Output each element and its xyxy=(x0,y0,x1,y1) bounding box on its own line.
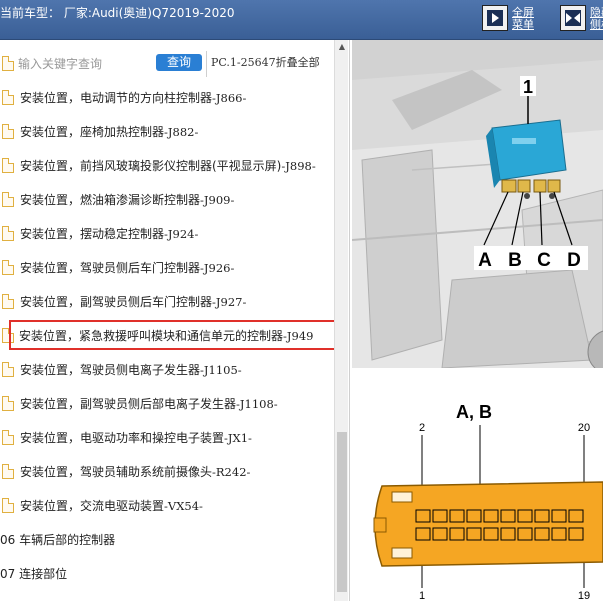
item-code: -J1108- xyxy=(236,396,278,411)
document-icon xyxy=(2,56,14,71)
category-label: 06 车辆后部的控制器 xyxy=(0,532,116,547)
pin-19-label: 19 xyxy=(578,590,590,601)
collapse-sidebar-button[interactable]: 隐藏侧栏 xyxy=(560,5,603,35)
item-label: 安装位置，驾驶员侧后车门控制器 xyxy=(20,260,201,275)
scroll-thumb[interactable] xyxy=(337,432,347,592)
tree-item[interactable]: 安装位置，驾驶员侧电离子发生器-J1105- xyxy=(0,352,334,386)
search-input[interactable] xyxy=(18,53,152,75)
item-code: -J898- xyxy=(281,158,316,173)
item-label: 安装位置，驾驶员侧电离子发生器 xyxy=(20,362,201,377)
document-icon xyxy=(2,191,14,207)
document-icon xyxy=(2,429,14,445)
menu-label: 菜单 xyxy=(512,18,534,31)
tree-category[interactable]: 06 车辆后部的控制器 xyxy=(0,522,334,556)
tree-item[interactable]: 安装位置，副驾驶员侧后部电离子发生器-J1108- xyxy=(0,386,334,420)
collapse-icon xyxy=(560,5,586,31)
tree-panel: 查询 PC.1-25647折叠全部 安装位置，电动调节的方向柱控制器-J866-… xyxy=(0,40,350,601)
document-icon xyxy=(2,497,14,513)
installation-diagram: 1 A B C D A, B 2 20 1 19 xyxy=(352,40,603,601)
header-bar: 当前车型： 厂家:Audi(奥迪)Q72019-2020 全屏菜单 隐藏侧栏 xyxy=(0,0,603,40)
tree-item-selected[interactable]: 安装位置，紧急救援呼叫模块和通信单元的控制器-J949 xyxy=(0,318,345,352)
document-icon xyxy=(2,327,14,343)
pc-collapse-all-text[interactable]: PC.1-25647折叠全部 xyxy=(206,51,320,77)
tree-item[interactable]: 安装位置，前挡风玻璃投影仪控制器(平视显示屏)-J898- xyxy=(0,148,334,182)
item-code: -J1105- xyxy=(200,362,242,377)
category-label: 07 连接部位 xyxy=(0,566,68,581)
item-code: -VX54- xyxy=(164,498,203,513)
item-code: -R242- xyxy=(212,464,251,479)
item-label: 安装位置，交流电驱动装置 xyxy=(20,498,165,513)
connector-b-label: B xyxy=(508,250,522,271)
item-label: 安装位置，摆动稳定控制器 xyxy=(20,226,165,241)
item-label: 安装位置，驾驶员辅助系统前摄像头 xyxy=(20,464,213,479)
callout-1: 1 xyxy=(523,77,533,97)
item-code: -J866- xyxy=(212,90,247,105)
document-icon xyxy=(2,157,14,173)
document-icon xyxy=(2,463,14,479)
item-code: -J909- xyxy=(200,192,235,207)
document-icon xyxy=(2,361,14,377)
scroll-up-arrow-icon[interactable]: ▲ xyxy=(335,42,349,54)
query-button[interactable]: 查询 xyxy=(156,54,202,71)
item-label: 安装位置，副驾驶员侧后部电离子发生器 xyxy=(20,396,237,411)
item-label: 安装位置，电驱动功率和操控电子装置 xyxy=(20,430,225,445)
tree-category[interactable]: 07 连接部位 xyxy=(0,556,334,590)
search-row: 查询 PC.1-25647折叠全部 xyxy=(0,48,334,78)
document-icon xyxy=(2,225,14,241)
item-code: -J924- xyxy=(164,226,199,241)
item-code: -JX1- xyxy=(224,430,252,445)
tree-item[interactable]: 安装位置，驾驶员辅助系统前摄像头-R242- xyxy=(0,454,334,488)
connector-a-label: A xyxy=(478,250,492,271)
connector-d-label: D xyxy=(567,250,581,271)
fullscreen-icon xyxy=(482,5,508,31)
tree-item[interactable]: 安装位置，电动调节的方向柱控制器-J866- xyxy=(0,80,334,114)
tree-item[interactable]: 安装位置，交流电驱动装置-VX54- xyxy=(0,488,334,522)
document-icon xyxy=(2,123,14,139)
document-icon xyxy=(2,259,14,275)
pin-1-label: 1 xyxy=(419,590,425,601)
item-label: 安装位置，座椅加热控制器 xyxy=(20,124,165,139)
document-icon xyxy=(2,395,14,411)
tree-item[interactable]: 安装位置，摆动稳定控制器-J924- xyxy=(0,216,334,250)
item-code: -J927- xyxy=(212,294,247,309)
tree-item[interactable]: 安装位置，座椅加热控制器-J882- xyxy=(0,114,334,148)
item-code: -J949 xyxy=(283,328,314,343)
vehicle-title: 当前车型： 厂家:Audi(奥迪)Q72019-2020 xyxy=(0,6,235,20)
item-code: -J926- xyxy=(200,260,235,275)
connector-c-label: C xyxy=(537,250,551,271)
document-icon xyxy=(2,293,14,309)
sidebar-label: 侧栏 xyxy=(590,18,603,31)
connector-pinout xyxy=(373,481,603,567)
pin-2-label: 2 xyxy=(419,422,425,434)
item-code: -J882- xyxy=(164,124,199,139)
diagram-panel: 1 A B C D A, B 2 20 1 19 xyxy=(352,40,603,601)
tree-item[interactable]: 安装位置，燃油箱渗漏诊断控制器-J909- xyxy=(0,182,334,216)
item-label: 安装位置，副驾驶员侧后车门控制器 xyxy=(20,294,213,309)
item-label: 安装位置，燃油箱渗漏诊断控制器 xyxy=(20,192,201,207)
tree-item[interactable]: 安装位置，驾驶员侧后车门控制器-J926- xyxy=(0,250,334,284)
tree-item[interactable]: 安装位置，电驱动功率和操控电子装置-JX1- xyxy=(0,420,334,454)
pinout-title: A, B xyxy=(456,402,492,422)
tree-item[interactable]: 安装位置，副驾驶员侧后车门控制器-J927- xyxy=(0,284,334,318)
fullscreen-menu-button[interactable]: 全屏菜单 xyxy=(482,5,536,35)
vertical-scrollbar[interactable]: ▲ xyxy=(334,40,348,601)
item-label: 安装位置，紧急救援呼叫模块和通信单元的控制器 xyxy=(19,328,284,343)
document-icon xyxy=(2,89,14,105)
item-label: 安装位置，前挡风玻璃投影仪控制器(平视显示屏) xyxy=(20,158,282,173)
pin-20-label: 20 xyxy=(578,422,590,434)
item-label: 安装位置，电动调节的方向柱控制器 xyxy=(20,90,213,105)
